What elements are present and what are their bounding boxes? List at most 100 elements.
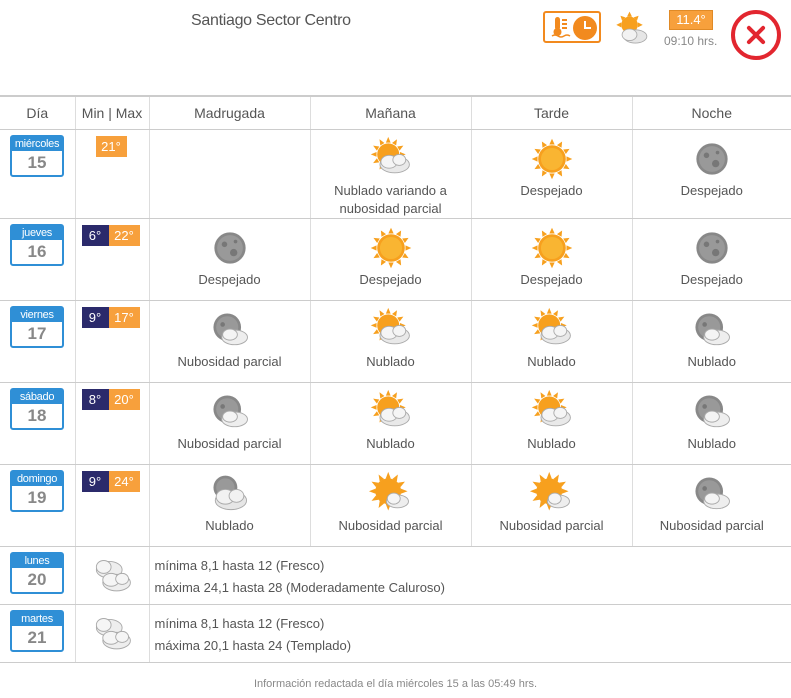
condition-label: Nublado bbox=[366, 435, 415, 451]
station-title: Santiago Sector Centro bbox=[191, 12, 351, 29]
day-number: 16 bbox=[27, 241, 47, 261]
moon-cloud-icon bbox=[207, 389, 253, 435]
cloudy-sun-icon bbox=[368, 307, 414, 353]
col-header-manana: Mañana bbox=[309, 95, 471, 130]
condition-label: Despejado bbox=[359, 271, 422, 287]
period-tarde: Despejado bbox=[470, 218, 632, 301]
cloudy-sun-icon bbox=[529, 307, 575, 353]
day-row: jueves 16 6° 22° Despejado Despejado Desp… bbox=[0, 218, 791, 301]
condition-label: Despejado bbox=[680, 182, 743, 198]
sun-icon bbox=[368, 225, 414, 271]
day-row: viernes 17 9° 17° Nubosidad parcial Nubla… bbox=[0, 300, 791, 383]
forecast-icon-cell bbox=[74, 604, 149, 663]
condition-label: Nublado variando a nubosidad parcial bbox=[334, 182, 447, 216]
condition-label: Despejado bbox=[680, 271, 743, 287]
calendar-day-badge: domingo 19 bbox=[10, 469, 64, 512]
extended-forecast-text: mínima 8,1 hasta 12 (Fresco) máxima 24,1… bbox=[148, 546, 791, 605]
condition-label: Nubosidad parcial bbox=[177, 435, 282, 451]
period-madrugada: Nublado bbox=[148, 464, 310, 547]
thermometer-clock-button[interactable] bbox=[543, 11, 601, 43]
day-cell: lunes 20 bbox=[0, 546, 75, 605]
min-range-text: mínima 8,1 hasta 12 (Fresco) bbox=[154, 615, 325, 631]
min-temp-badge: 9° bbox=[81, 470, 109, 492]
sun-icon bbox=[529, 136, 575, 182]
period-manana: Nubosidad parcial bbox=[309, 464, 471, 547]
condition-label: Despejado bbox=[520, 271, 583, 287]
clouds-icon bbox=[89, 613, 135, 653]
condition-label: Nublado bbox=[687, 435, 736, 451]
moon-icon bbox=[689, 225, 735, 271]
close-button[interactable] bbox=[731, 10, 781, 60]
day-name: jueves bbox=[12, 225, 62, 240]
sun-cloud-icon bbox=[529, 471, 575, 517]
moon-cloud-icon bbox=[207, 307, 253, 353]
period-madrugada: Nubosidad parcial bbox=[148, 382, 310, 465]
condition-label: Nublado bbox=[527, 435, 576, 451]
calendar-day-badge: viernes 17 bbox=[10, 305, 64, 348]
period-tarde: Nubosidad parcial bbox=[470, 464, 632, 547]
day-name: viernes bbox=[12, 307, 62, 322]
day-cell: martes 21 bbox=[0, 604, 75, 663]
day-row: miércoles 15 21° Nublado variando a nubo… bbox=[0, 129, 791, 219]
moon-icon bbox=[207, 225, 253, 271]
min-temp-badge: 9° bbox=[81, 306, 109, 328]
cloudy-sun-icon bbox=[368, 389, 414, 435]
day-number: 15 bbox=[27, 152, 47, 172]
extended-forecast-text: mínima 8,1 hasta 12 (Fresco) máxima 20,1… bbox=[148, 604, 791, 663]
minmax-cell: 9° 17° bbox=[74, 300, 149, 383]
col-header-minmax: Min | Max bbox=[74, 95, 149, 130]
period-manana: Nublado bbox=[309, 300, 471, 383]
period-noche: Despejado bbox=[631, 218, 791, 301]
moon-icon bbox=[689, 136, 735, 182]
footer-note: Información redactada el día miércoles 1… bbox=[253, 678, 538, 690]
extended-day-row: martes 21 mínima 8,1 hasta 12 (Fresco) m… bbox=[0, 604, 791, 663]
max-temp-badge: 20° bbox=[108, 388, 140, 410]
min-range-text: mínima 8,1 hasta 12 (Fresco) bbox=[154, 557, 325, 573]
sun-icon bbox=[529, 225, 575, 271]
thermometer-icon bbox=[551, 17, 571, 38]
max-temp-badge: 17° bbox=[108, 306, 140, 328]
max-temp-badge: 21° bbox=[95, 135, 127, 157]
day-cell: jueves 16 bbox=[0, 218, 75, 301]
condition-label: Nubosidad parcial bbox=[338, 517, 443, 533]
condition-label: Nublado bbox=[687, 353, 736, 369]
extended-day-row: lunes 20 mínima 8,1 hasta 12 (Fresco) má… bbox=[0, 546, 791, 605]
col-header-tarde: Tarde bbox=[470, 95, 632, 130]
condition-label: Nubosidad parcial bbox=[177, 353, 282, 369]
day-row: domingo 19 9° 24° Nublado Nubosidad parci… bbox=[0, 464, 791, 547]
max-temp-badge: 22° bbox=[108, 224, 140, 246]
day-name: miércoles bbox=[12, 136, 62, 151]
condition-label: Nubosidad parcial bbox=[659, 517, 764, 533]
condition-label: Nubosidad parcial bbox=[499, 517, 604, 533]
calendar-day-badge: martes 21 bbox=[10, 609, 64, 652]
day-cell: sábado 18 bbox=[0, 382, 75, 465]
calendar-day-badge: miércoles 15 bbox=[10, 134, 64, 177]
partly-cloudy-icon bbox=[616, 11, 648, 44]
day-number: 18 bbox=[27, 405, 47, 425]
calendar-day-badge: jueves 16 bbox=[10, 223, 64, 266]
condition-label: Despejado bbox=[198, 271, 261, 287]
period-manana: Despejado bbox=[309, 218, 471, 301]
condition-label: Nublado bbox=[527, 353, 576, 369]
period-tarde: Despejado bbox=[470, 129, 632, 219]
forecast-header-row: Día Min | Max Madrugada Mañana Tarde Noc… bbox=[0, 95, 791, 130]
period-tarde: Nublado bbox=[470, 300, 632, 383]
cloudy-sun-icon bbox=[529, 389, 575, 435]
current-temperature: 11.4° bbox=[669, 10, 713, 30]
period-madrugada bbox=[148, 129, 310, 219]
forecast-icon-cell bbox=[74, 546, 149, 605]
clouds-icon bbox=[89, 555, 135, 595]
moon-cloud-icon bbox=[689, 471, 735, 517]
period-noche: Nubosidad parcial bbox=[631, 464, 791, 547]
day-name: sábado bbox=[12, 389, 62, 404]
current-time: 09:10 hrs. bbox=[664, 34, 718, 48]
day-cell: domingo 19 bbox=[0, 464, 75, 547]
max-temp-badge: 24° bbox=[108, 470, 140, 492]
day-name: lunes bbox=[12, 553, 62, 568]
max-range-text: máxima 20,1 hasta 24 (Templado) bbox=[154, 637, 352, 653]
min-temp-badge: 8° bbox=[81, 388, 109, 410]
condition-label: Nublado bbox=[205, 517, 254, 533]
period-noche: Nublado bbox=[631, 382, 791, 465]
clock-icon bbox=[573, 16, 597, 40]
day-number: 17 bbox=[27, 323, 47, 343]
